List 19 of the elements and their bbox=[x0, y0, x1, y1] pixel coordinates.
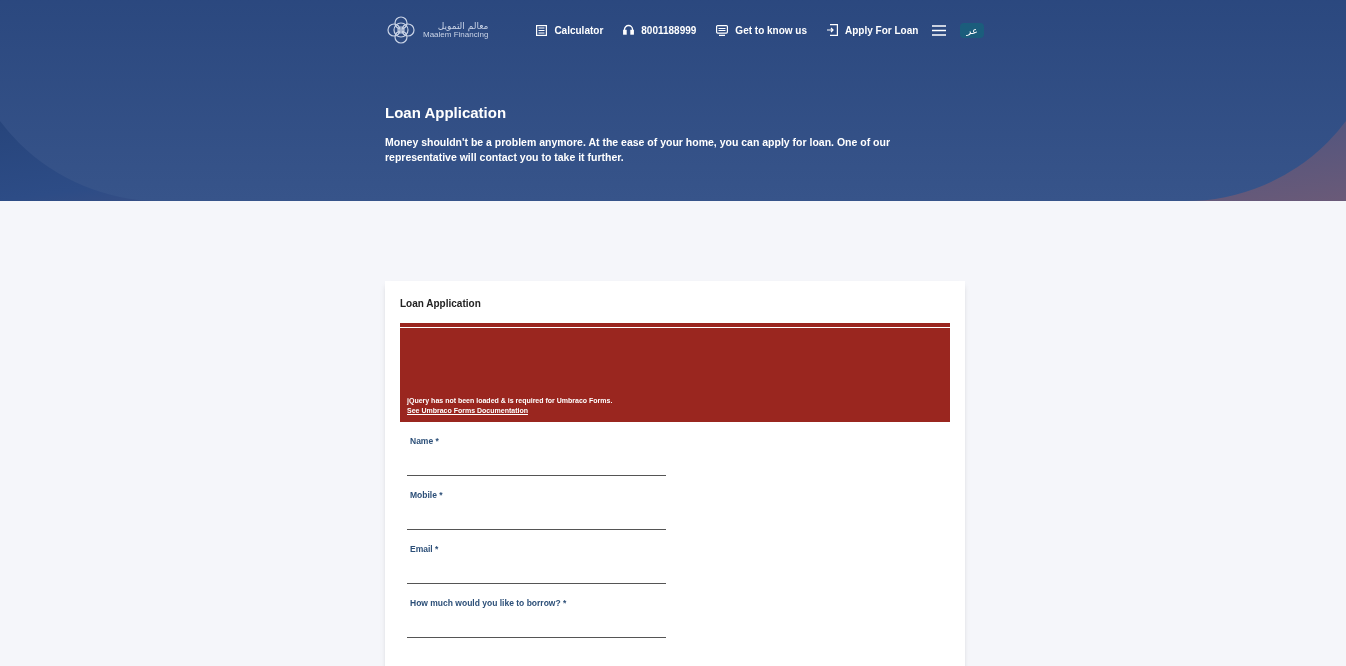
calculator-icon bbox=[536, 24, 548, 36]
nav-link[interactable]: Get to know us bbox=[716, 22, 808, 38]
field-label: Mobile * bbox=[409, 489, 444, 502]
menu-icon[interactable] bbox=[932, 24, 947, 36]
page-description: Money shouldn't be a problem anymore. At the ease of your home, you can apply for loan. One of our representative will contact you to take it further. bbox=[385, 134, 891, 165]
nav-link[interactable]: 8001188999 bbox=[623, 22, 697, 38]
field-label: How much would you like to borrow? * bbox=[409, 597, 568, 610]
logo-icon bbox=[385, 14, 417, 46]
form-title: Loan Application bbox=[400, 297, 482, 311]
sign-in-icon bbox=[827, 24, 839, 36]
monitor-icon bbox=[716, 24, 729, 36]
nav-link[interactable]: Calculator bbox=[536, 22, 604, 38]
logo-name: Maalem Financing bbox=[423, 30, 489, 39]
field-label: Email * bbox=[409, 543, 440, 556]
headset-icon bbox=[623, 24, 635, 36]
logo-arabic-text: معالم التمويل bbox=[436, 21, 489, 31]
page-title: Loan Application bbox=[385, 103, 508, 123]
field-label: Name * bbox=[409, 435, 440, 448]
nav-link[interactable]: Apply For Loan bbox=[827, 22, 919, 38]
